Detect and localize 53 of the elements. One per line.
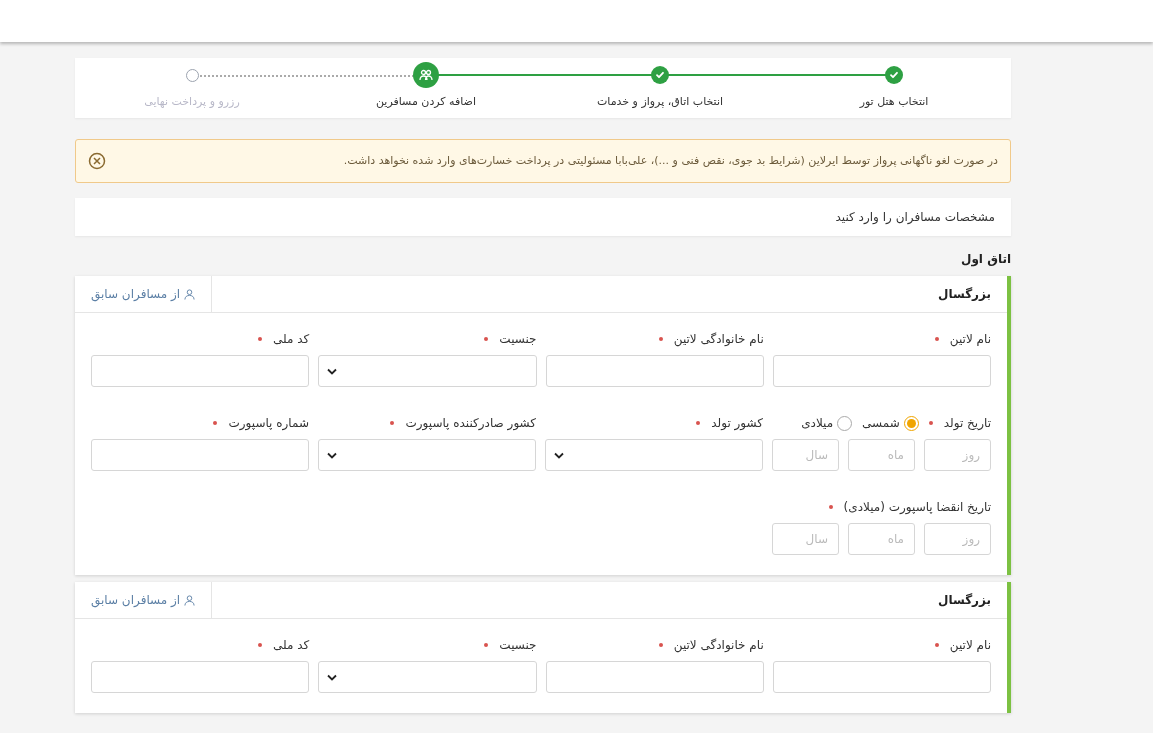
field-label: تاریخ تولد	[943, 415, 991, 432]
date-part-field[interactable]: ماه	[848, 523, 915, 555]
check-icon	[889, 70, 899, 80]
input-field[interactable]	[91, 355, 310, 387]
radio-option[interactable]: شمسی	[862, 414, 919, 432]
alert-text: در صورت لغو ناگهانی پرواز توسط ایرلاین (شرایط بد جوی، نقص فنی و ...)، علی‌بابا مسئولیتی در پرداخت خسارت‌های وارد شده نخواهد داشت.	[343, 152, 998, 169]
date-part-field[interactable]: روز	[924, 439, 991, 471]
date-part-field[interactable]: سال	[772, 439, 839, 471]
field-label: کد ملی	[273, 637, 310, 654]
field-label: کشور صادرکننده پاسپورت	[405, 415, 536, 432]
previous-passengers-button[interactable]: از مسافران سابق	[75, 582, 213, 618]
passenger-type: بزرگسال	[938, 286, 992, 303]
step-label: انتخاب اتاق، پرواز و خدمات	[596, 94, 724, 110]
room-title: اتاق اول	[960, 251, 1011, 268]
date-part-field[interactable]: سال	[772, 523, 839, 555]
chevron-down-icon	[327, 673, 338, 681]
date-part-field[interactable]: روز	[924, 523, 991, 555]
select-field[interactable]	[318, 661, 537, 693]
field-label: جنسیت	[499, 331, 537, 348]
date-part-field[interactable]: ماه	[848, 439, 915, 471]
field-label: نام لاتین	[949, 331, 991, 348]
chevron-down-icon	[554, 451, 564, 459]
field-label: شماره پاسپورت	[228, 415, 309, 432]
radio-option[interactable]: میلادی	[801, 414, 853, 432]
input-field[interactable]	[545, 661, 764, 693]
select-field[interactable]	[545, 439, 763, 471]
input-field[interactable]	[772, 661, 991, 693]
input-field[interactable]	[91, 439, 309, 471]
chevron-down-icon	[327, 451, 337, 459]
field-label: جنسیت	[499, 637, 537, 654]
check-icon	[655, 70, 665, 80]
field-label: نام لاتین	[949, 637, 991, 654]
field-label: نام خانوادگی لاتین	[673, 637, 764, 654]
input-field[interactable]	[91, 661, 310, 693]
step-label: اضافه کردن مسافرین	[376, 94, 476, 110]
instructions-text: مشخصات مسافران را وارد کنید	[835, 209, 995, 226]
step-label: رزرو و پرداخت نهایی	[144, 94, 240, 110]
field-label: کد ملی	[273, 331, 310, 348]
input-field[interactable]	[545, 355, 764, 387]
chevron-down-icon	[327, 367, 338, 375]
input-field[interactable]	[772, 355, 991, 387]
passenger-type: بزرگسال	[938, 592, 992, 609]
close-icon[interactable]	[88, 152, 106, 170]
step-label: انتخاب هتل تور	[859, 94, 929, 110]
people-icon	[419, 69, 433, 81]
select-field[interactable]	[318, 439, 536, 471]
field-label: کشور تولد	[711, 415, 763, 432]
user-icon	[184, 288, 196, 300]
user-icon	[184, 594, 196, 606]
previous-passengers-button[interactable]: از مسافران سابق	[75, 276, 213, 312]
select-field[interactable]	[318, 355, 537, 387]
field-label: نام خانوادگی لاتین	[673, 331, 764, 348]
field-label: تاریخ انقضا پاسپورت (میلادی)	[843, 499, 991, 516]
